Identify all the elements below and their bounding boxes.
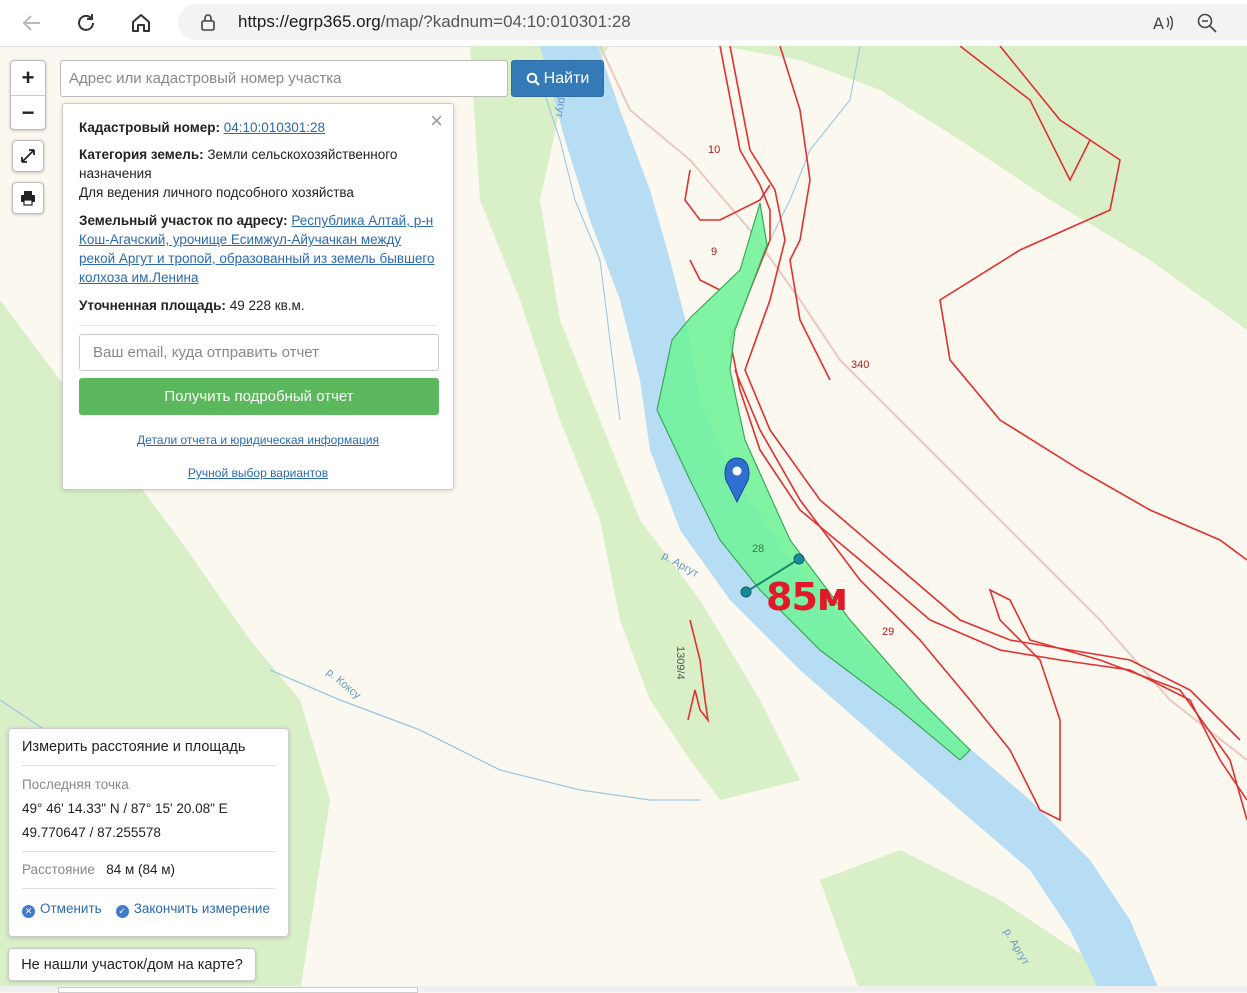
- address-label: Земельный участок по адресу:: [79, 213, 288, 228]
- url-text: https://egrp365.org/map/?kadnum=04:10:01…: [238, 12, 631, 31]
- measure-title: Измерить расстояние и площадь: [22, 739, 275, 766]
- plot-label-28: 28: [752, 543, 765, 555]
- not-found-button[interactable]: Не нашли участок/дом на карте?: [8, 948, 256, 981]
- scale-bar: [58, 987, 418, 993]
- status-strip: [0, 986, 1247, 993]
- stream-koksu: [269, 669, 700, 801]
- cancel-label: Отменить: [40, 901, 102, 916]
- get-report-button[interactable]: Получить подробный отчет: [79, 378, 439, 415]
- cadastral-label: Кадастровый номер:: [79, 120, 220, 135]
- parcel-boundary: [779, 46, 831, 381]
- plot-label-10: 10: [708, 144, 721, 156]
- measure-panel: Измерить расстояние и площадь Последняя …: [8, 728, 289, 937]
- back-icon[interactable]: [18, 9, 46, 37]
- zoom-out-icon[interactable]: [1196, 12, 1218, 34]
- forest-area: [720, 46, 1247, 330]
- distance-value: 84 м (84 м): [106, 862, 176, 877]
- home-icon[interactable]: [127, 9, 155, 37]
- print-icon: [21, 191, 35, 206]
- zoom-out-button[interactable]: −: [11, 95, 45, 130]
- divider: [79, 325, 437, 326]
- area-value: 49 228 кв.м.: [229, 298, 305, 313]
- plot-label-9: 9: [711, 246, 718, 258]
- cancel-icon: ✕: [22, 905, 35, 918]
- plot-label-340: 340: [851, 359, 870, 371]
- cancel-measure-button[interactable]: ✕ Отменить: [22, 901, 102, 918]
- search-button[interactable]: Найти: [511, 60, 604, 97]
- last-point-label: Последняя точка: [22, 777, 129, 792]
- zoom-in-button[interactable]: +: [11, 61, 45, 95]
- plot-label-1309-4: 1309/4: [674, 646, 686, 680]
- parcel-boundary: [689, 259, 721, 291]
- manual-selection-link[interactable]: Ручной выбор вариантов: [79, 464, 437, 483]
- stream: [759, 46, 861, 261]
- search-input[interactable]: [60, 60, 508, 97]
- measure-point-start[interactable]: [740, 586, 752, 598]
- read-aloud-icon[interactable]: A: [1152, 12, 1174, 34]
- search-button-label: Найти: [543, 69, 590, 87]
- last-point-decimal: 49.770647 / 87.255578: [22, 825, 161, 840]
- divider: [22, 851, 275, 852]
- print-button[interactable]: [12, 182, 44, 214]
- email-field[interactable]: [79, 334, 439, 371]
- category-label: Категория земель:: [79, 147, 204, 162]
- lock-icon[interactable]: [200, 13, 216, 36]
- area-label: Уточненная площадь:: [79, 298, 226, 313]
- address-bar[interactable]: https://egrp365.org/map/?kadnum=04:10:01…: [178, 4, 1247, 40]
- fullscreen-button[interactable]: [12, 140, 44, 172]
- zoom-control: + −: [10, 60, 46, 130]
- browser-toolbar: https://egrp365.org/map/?kadnum=04:10:01…: [0, 0, 1247, 47]
- measure-point-end[interactable]: [793, 553, 805, 565]
- cadastral-number-link[interactable]: 04:10:010301:28: [224, 120, 325, 135]
- check-icon: ✓: [115, 905, 129, 918]
- report-details-link[interactable]: Детали отчета и юридическая информация: [79, 431, 437, 450]
- plot-label-29: 29: [882, 626, 895, 638]
- divider: [22, 888, 275, 889]
- reload-icon[interactable]: [72, 9, 100, 37]
- search-icon: [526, 72, 540, 86]
- close-icon[interactable]: ×: [430, 110, 443, 132]
- distance-label: Расстояние: [22, 862, 95, 877]
- parcel-info-panel: × Кадастровый номер: 04:10:010301:28 Кат…: [62, 103, 454, 490]
- distance-annotation: 85м: [766, 575, 848, 619]
- svg-text:A: A: [1153, 14, 1164, 33]
- last-point-dms: 49° 46' 14.33" N / 87° 15' 20.08" E: [22, 801, 228, 816]
- finish-measure-button[interactable]: ✓ Закончить измерение: [115, 901, 270, 918]
- finish-label: Закончить измерение: [133, 901, 270, 916]
- usage-text: Для ведения личного подсобного хозяйства: [79, 185, 354, 200]
- fullscreen-icon: [21, 149, 35, 163]
- distance-row: Расстояние 84 м (84 м): [22, 862, 275, 877]
